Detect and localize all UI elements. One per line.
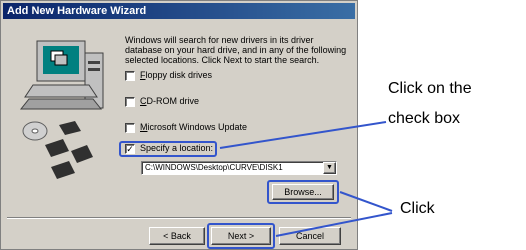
annotation-checkbox-line2: check box	[388, 110, 461, 127]
arrow-to-browse	[339, 191, 393, 212]
arrow-to-checkbox	[219, 121, 387, 149]
annotation-checkbox-line1: Click on the	[388, 80, 472, 97]
annotation-click: Click	[400, 200, 435, 217]
arrow-to-next	[275, 212, 393, 237]
